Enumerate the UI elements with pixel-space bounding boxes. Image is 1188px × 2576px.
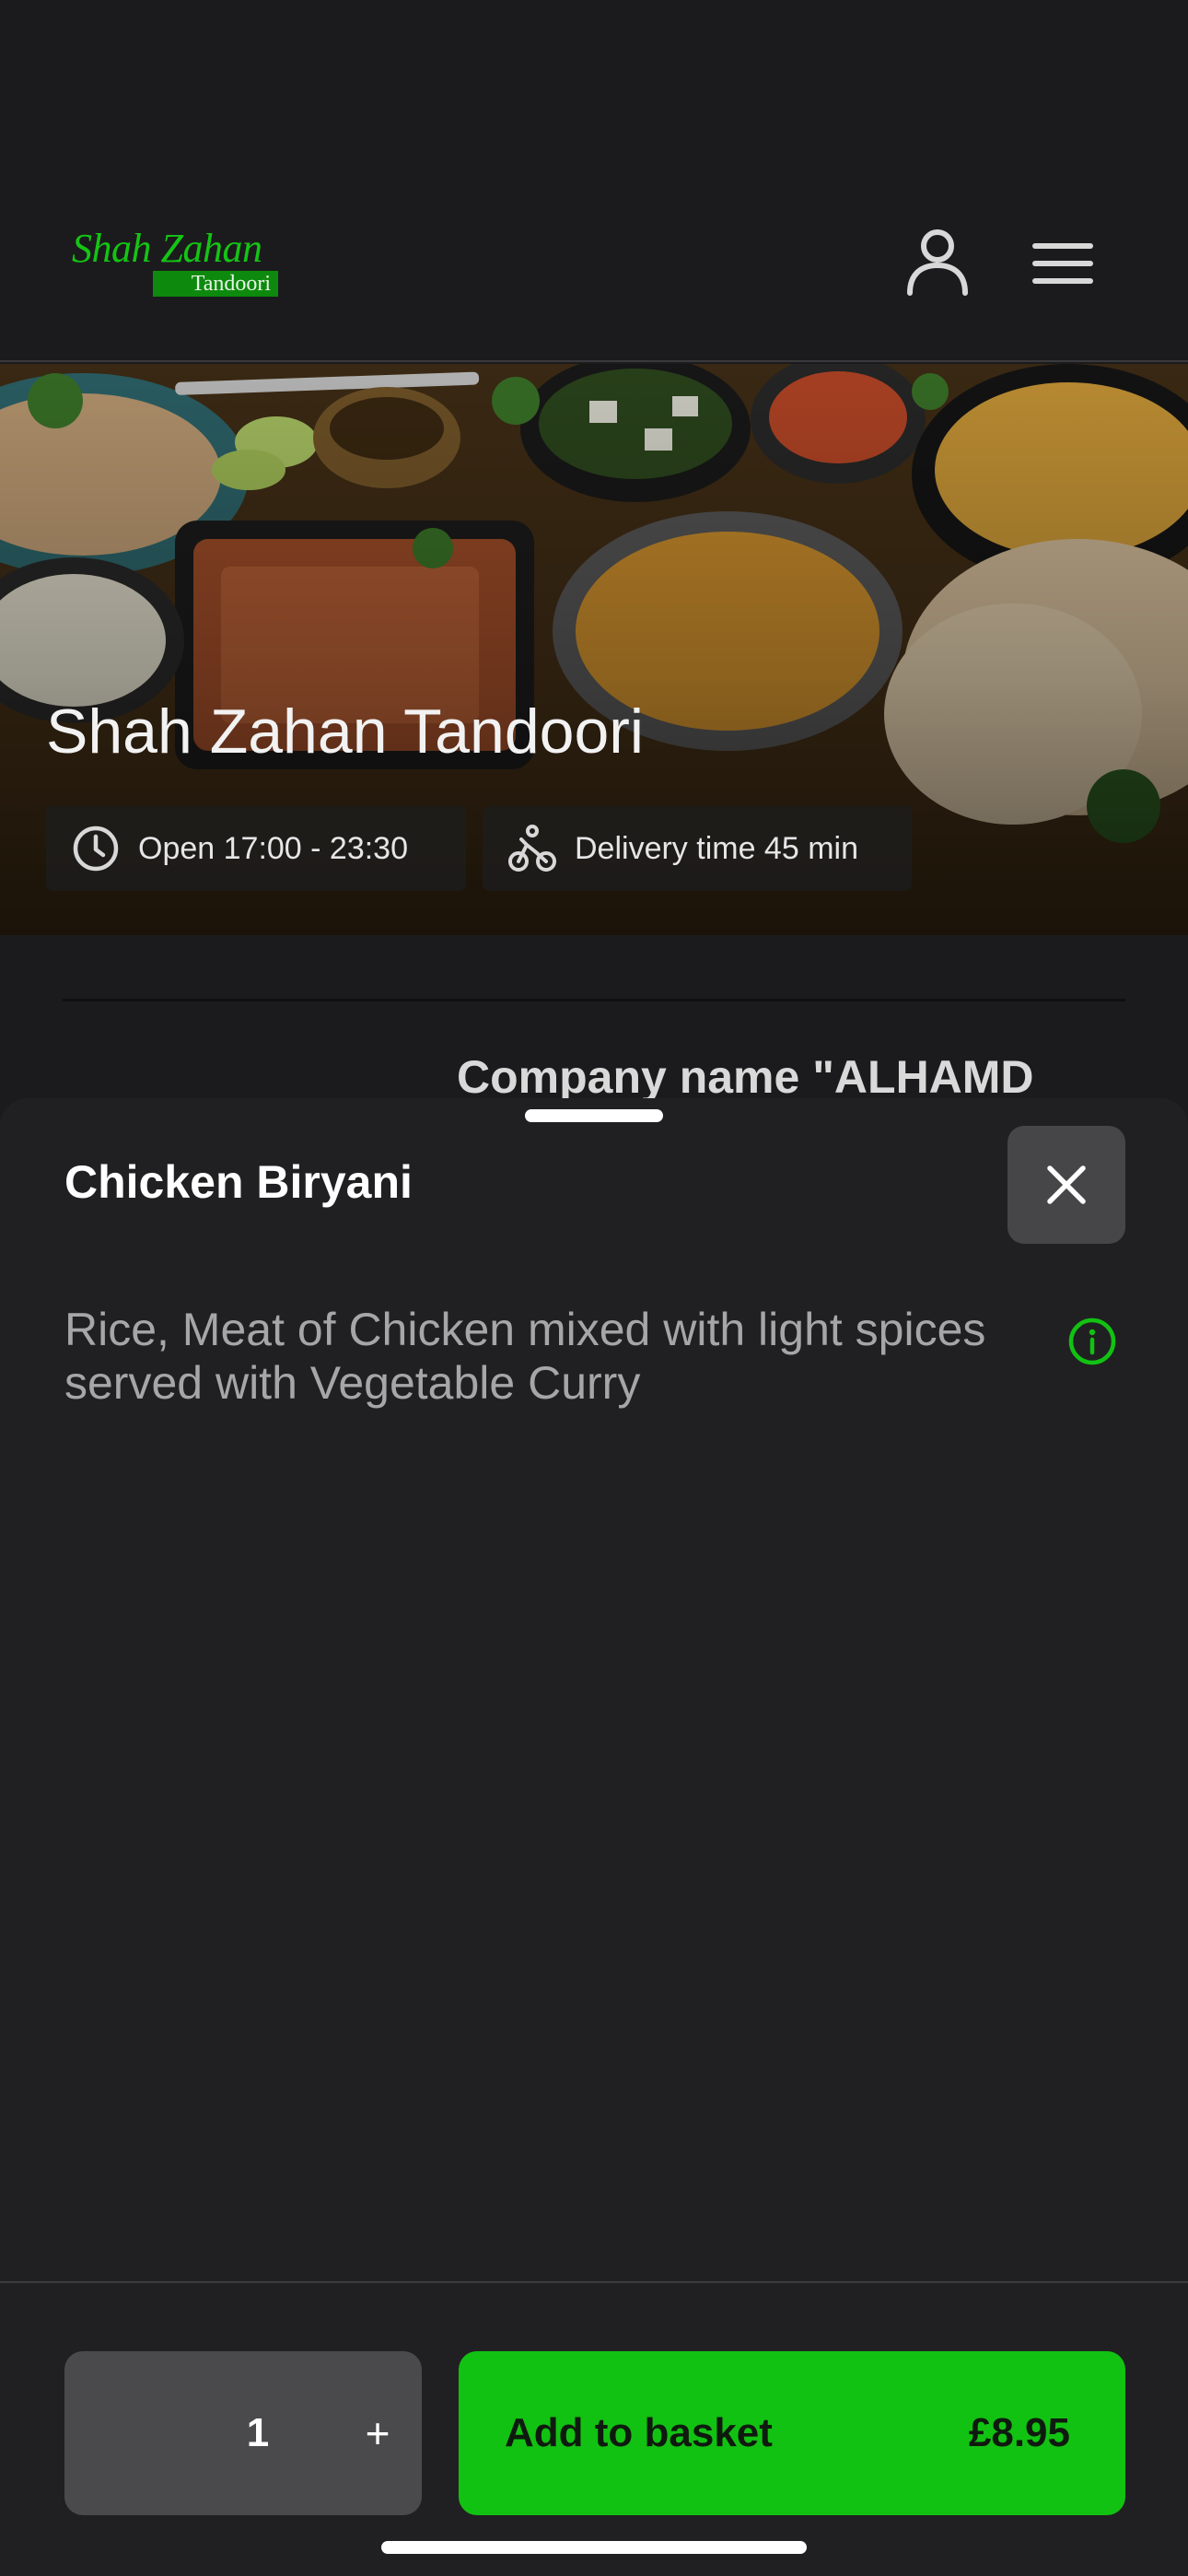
logo-main-text: Shah Zahan — [72, 226, 262, 271]
basket-action-bar: 1 + Add to basket £8.95 — [0, 2281, 1188, 2576]
section-divider — [63, 999, 1125, 1001]
app-header: Shah Zahan Tandoori — [0, 0, 1188, 362]
restaurant-page: Shah Zahan Tandoori Shah Zahan Tandoori … — [0, 0, 1188, 2576]
add-to-basket-button[interactable]: Add to basket £8.95 — [459, 2351, 1125, 2515]
quantity-stepper: 1 + — [64, 2351, 422, 2515]
hero-banner: Shah Zahan Tandoori Open 17:00 - 23:30 D… — [0, 364, 1188, 935]
item-title: Chicken Biryani — [64, 1156, 413, 1208]
increment-button[interactable]: + — [341, 2351, 414, 2515]
close-button[interactable] — [1007, 1126, 1125, 1244]
hamburger-menu-icon[interactable] — [1026, 236, 1100, 291]
logo-sub-text: Tandoori — [191, 272, 271, 296]
opening-hours-text: Open 17:00 - 23:30 — [138, 830, 409, 866]
info-icon[interactable] — [1066, 1316, 1118, 1367]
item-price: £8.95 — [968, 2410, 1070, 2455]
bicycle-courier-icon — [508, 825, 556, 872]
clock-icon — [73, 825, 119, 872]
delivery-time-text: Delivery time 45 min — [575, 830, 858, 866]
item-description: Rice, Meat of Chicken mixed with light s… — [64, 1304, 986, 1409]
opening-hours-chip: Open 17:00 - 23:30 — [46, 806, 466, 891]
close-icon — [1047, 1165, 1086, 1204]
company-name-text: Company name "ALHAMD — [457, 1051, 1034, 1103]
restaurant-logo[interactable]: Shah Zahan Tandoori — [72, 225, 284, 300]
sheet-drag-handle[interactable] — [525, 1109, 663, 1122]
home-indicator[interactable] — [381, 2541, 807, 2554]
user-icon[interactable] — [901, 225, 974, 299]
restaurant-title: Shah Zahan Tandoori — [46, 697, 645, 767]
quantity-value: 1 — [246, 2410, 270, 2455]
delivery-time-chip: Delivery time 45 min — [483, 806, 912, 891]
add-to-basket-label: Add to basket — [505, 2410, 773, 2455]
